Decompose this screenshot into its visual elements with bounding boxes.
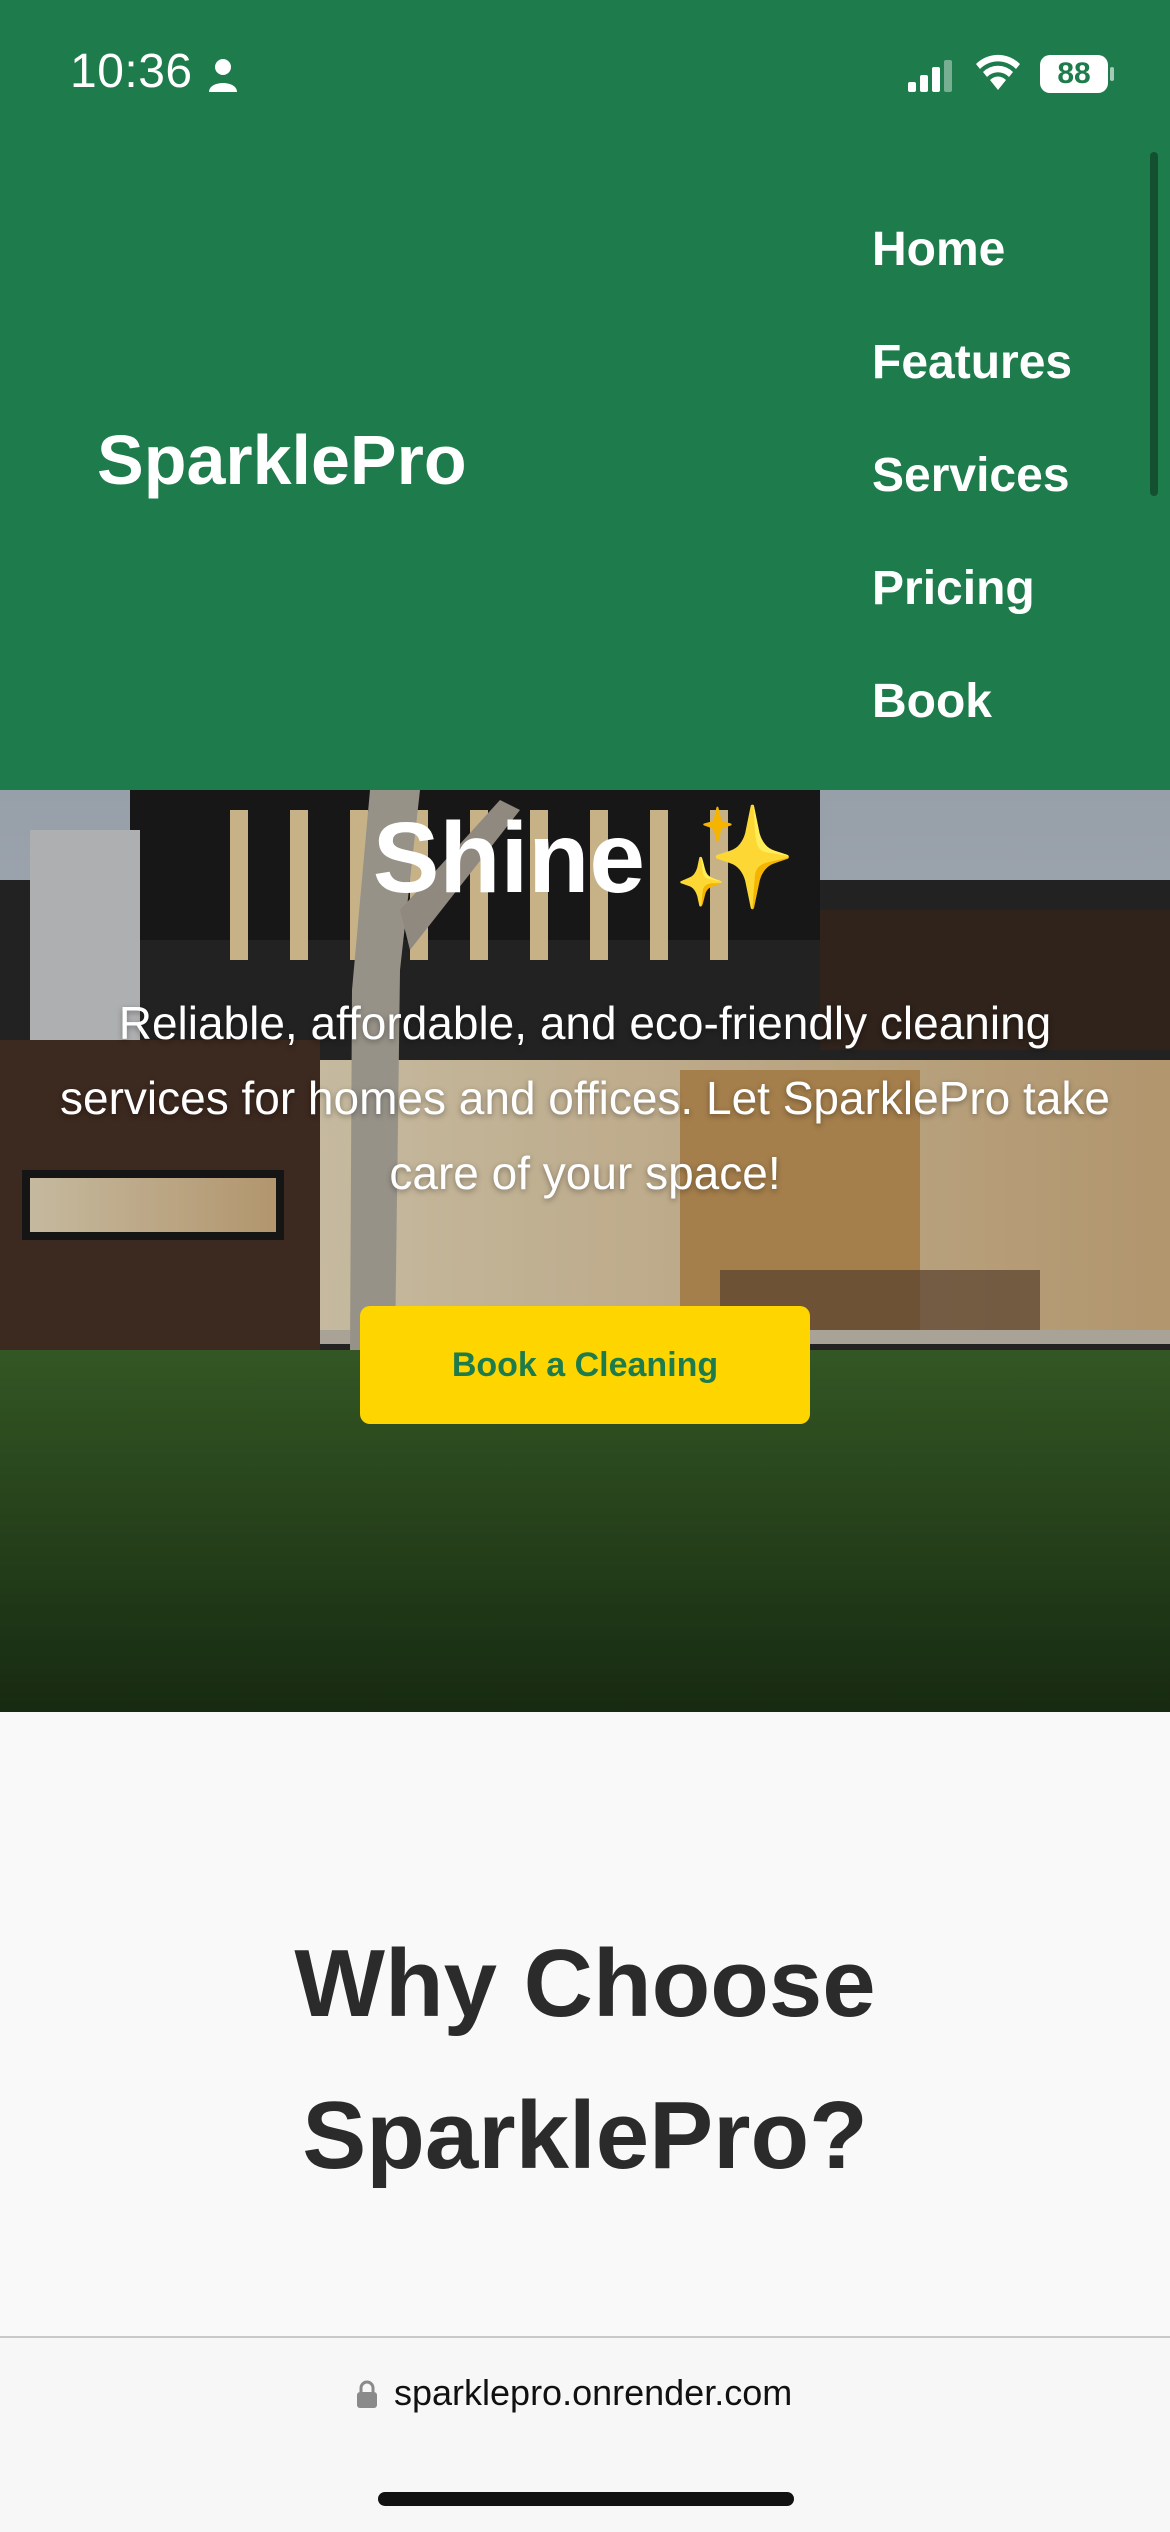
nav-pricing[interactable]: Pricing bbox=[872, 549, 1132, 662]
status-time: 10:36 bbox=[70, 45, 193, 98]
battery-level: 88 bbox=[1057, 57, 1091, 90]
nav-services[interactable]: Services bbox=[872, 436, 1132, 549]
hero-overlay bbox=[0, 790, 1170, 1712]
wifi-icon bbox=[976, 54, 1020, 90]
hero-section bbox=[0, 790, 1170, 1712]
scroll-indicator[interactable] bbox=[1150, 152, 1158, 496]
person-icon bbox=[209, 59, 237, 92]
brand-logo[interactable]: SparklePro bbox=[97, 420, 467, 500]
status-bar: 10:36 88 bbox=[0, 0, 1170, 150]
url-text[interactable]: sparklepro.onrender.com bbox=[394, 2372, 792, 2414]
why-title: Why Choose SparklePro? bbox=[294, 1930, 876, 2189]
home-indicator[interactable] bbox=[378, 2492, 794, 2506]
hero-title: Shine ✨ bbox=[372, 802, 798, 914]
nav-book[interactable]: Book bbox=[872, 662, 1132, 775]
hero-subtitle: Reliable, affordable, and eco-friendly c… bbox=[59, 997, 1110, 1199]
lock-icon bbox=[357, 2380, 377, 2408]
book-cleaning-button[interactable]: Book a Cleaning bbox=[360, 1306, 810, 1424]
signal-icon bbox=[908, 60, 952, 92]
nav-home[interactable]: Home bbox=[872, 210, 1132, 323]
nav-features[interactable]: Features bbox=[872, 323, 1132, 436]
site-header: 10:36 88 SparklePro Home Features Servic… bbox=[0, 0, 1170, 790]
main-nav: Home Features Services Pricing Book bbox=[872, 210, 1132, 775]
